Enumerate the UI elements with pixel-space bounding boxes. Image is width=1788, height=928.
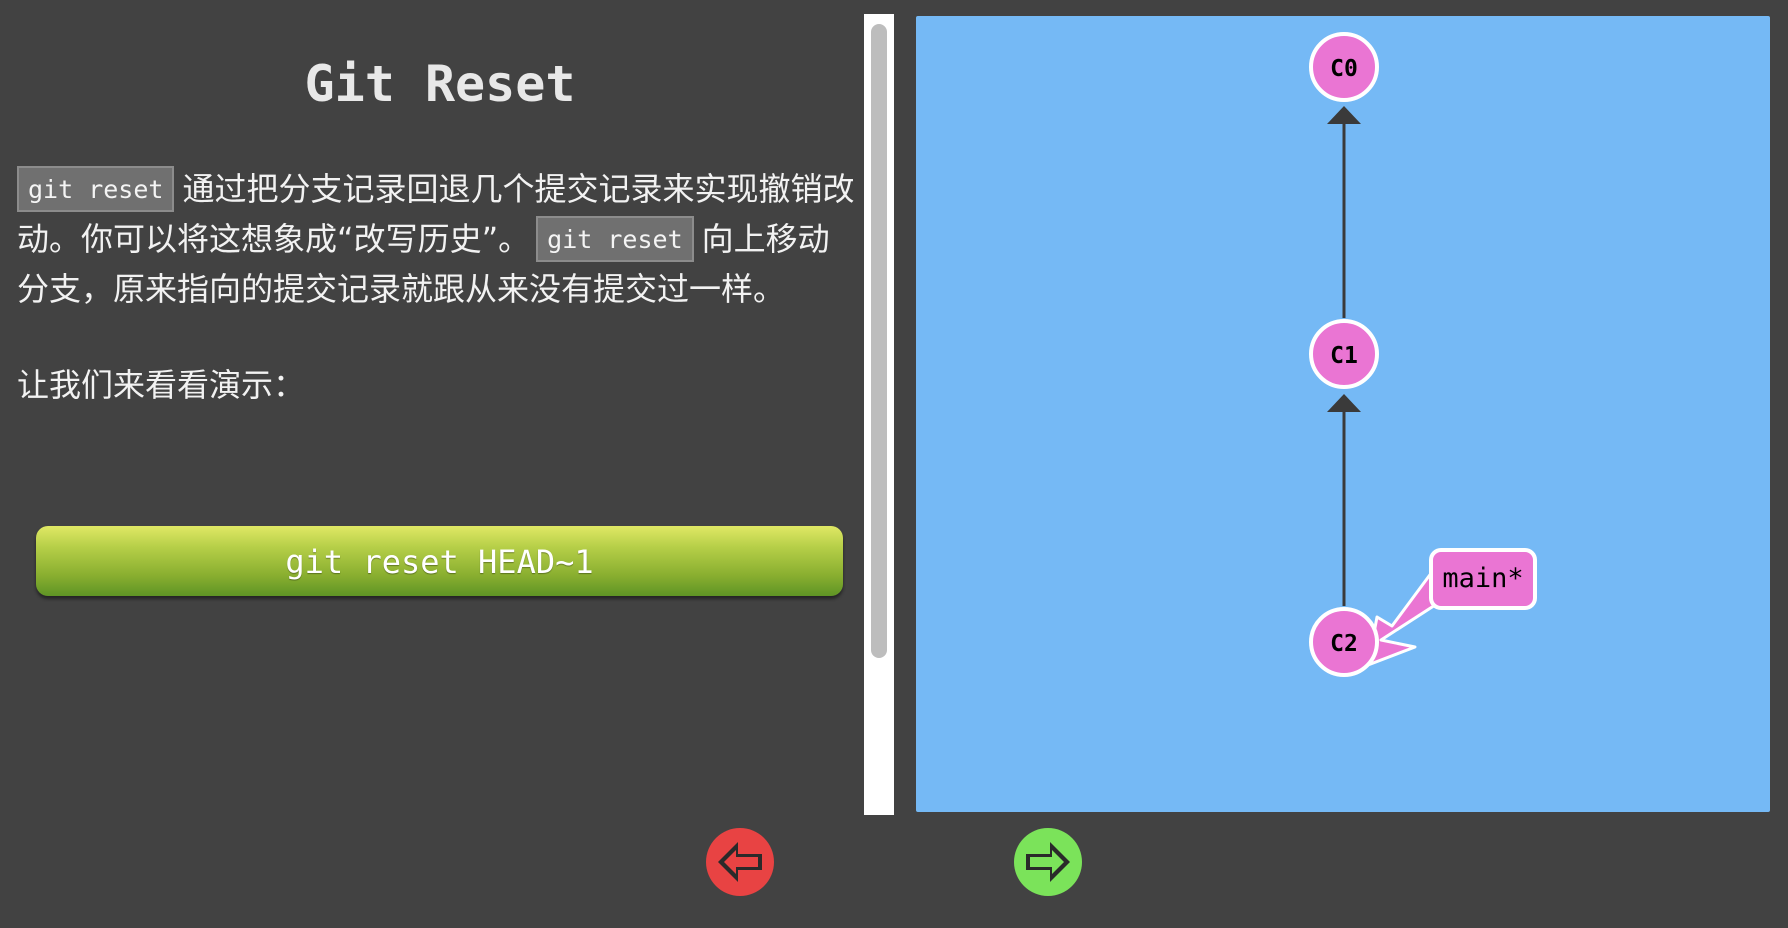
commit-c1[interactable]: C1 <box>1309 319 1379 389</box>
scrollbar-thumb[interactable] <box>871 24 887 658</box>
branch-label-main: main* <box>1442 563 1523 594</box>
commit-label-c2: C2 <box>1330 631 1358 657</box>
git-graph-svg: C0 C1 C2 main* <box>1309 32 1537 677</box>
left-arrow-icon <box>706 828 774 896</box>
git-graph-visualization: C0 C1 C2 main* <box>916 16 1770 812</box>
commit-c0[interactable]: C0 <box>1309 32 1379 102</box>
right-arrow-icon <box>1014 828 1082 896</box>
lesson-paragraph-1: git reset 通过把分支记录回退几个提交记录来实现撤销改动。你可以将这想象成… <box>17 164 857 314</box>
edge-arrowhead-c1 <box>1327 394 1361 412</box>
inline-code-git-reset-2: git reset <box>536 216 694 262</box>
next-button[interactable] <box>1012 826 1084 898</box>
scrollbar-track[interactable] <box>864 14 894 815</box>
edge-arrowhead-c0 <box>1327 106 1361 124</box>
inline-code-git-reset: git reset <box>17 166 175 212</box>
lesson-paragraph-2: 让我们来看看演示： <box>17 366 306 404</box>
commit-c2[interactable]: C2 <box>1309 607 1379 677</box>
previous-button[interactable] <box>704 826 776 898</box>
lesson-title: Git Reset <box>304 55 576 113</box>
run-command-button[interactable]: git reset HEAD~1 <box>36 526 843 596</box>
commit-label-c0: C0 <box>1330 56 1358 82</box>
instruction-panel: Git Reset git reset 通过把分支记录回退几个提交记录来实现撤销改… <box>0 0 860 815</box>
branch-main[interactable]: main* <box>1429 548 1537 610</box>
commit-label-c1: C1 <box>1330 343 1358 369</box>
